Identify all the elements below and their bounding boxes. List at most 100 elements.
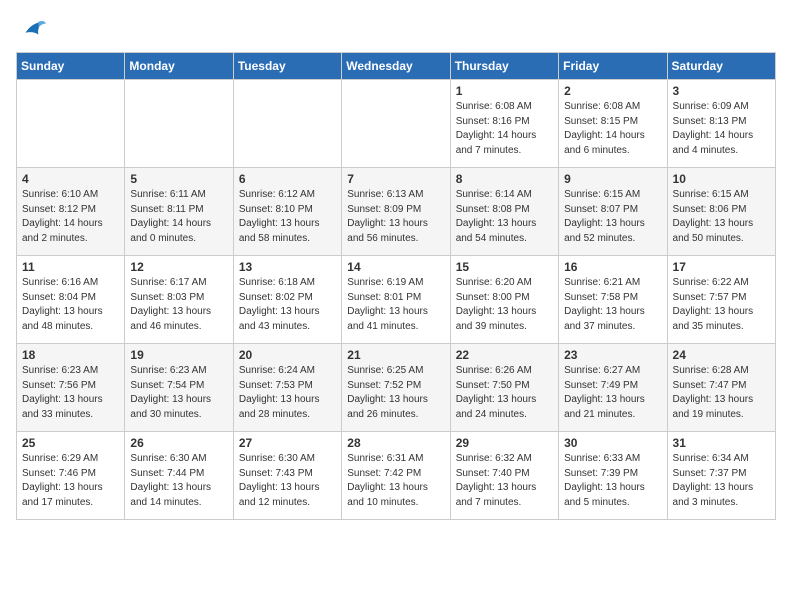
day-number: 25	[22, 436, 119, 450]
calendar-cell: 27Sunrise: 6:30 AM Sunset: 7:43 PM Dayli…	[233, 432, 341, 520]
calendar-cell	[342, 80, 450, 168]
logo-bird-icon	[18, 16, 46, 44]
calendar-cell: 11Sunrise: 6:16 AM Sunset: 8:04 PM Dayli…	[17, 256, 125, 344]
day-number: 6	[239, 172, 336, 186]
day-info: Sunrise: 6:14 AM Sunset: 8:08 PM Dayligh…	[456, 188, 553, 246]
day-info: Sunrise: 6:16 AM Sunset: 8:04 PM Dayligh…	[22, 276, 119, 334]
day-number: 8	[456, 172, 553, 186]
calendar-cell: 25 Sunrise: 6:29 AM Sunset: 7:46 PM Dayli…	[17, 432, 125, 520]
day-number: 1	[456, 84, 553, 98]
day-number: 12	[130, 260, 227, 274]
calendar-cell: 3 Sunrise: 6:09 AM Sunset: 8:13 PM Daylig…	[667, 80, 775, 168]
day-info: Sunrise: 6:21 AM Sunset: 7:58 PM Dayligh…	[564, 276, 661, 334]
day-number: 2	[564, 84, 661, 98]
column-header-monday: Monday	[125, 53, 233, 80]
calendar-cell: 20 Sunrise: 6:24 AM Sunset: 7:53 PM Dayli…	[233, 344, 341, 432]
calendar-cell: 23 Sunrise: 6:27 AM Sunset: 7:49 PM Dayli…	[559, 344, 667, 432]
day-info: Sunrise: 6:10 AM Sunset: 8:12 PM Dayligh…	[22, 188, 119, 246]
day-info: Sunrise: 6:25 AM Sunset: 7:52 PM Dayligh…	[347, 364, 444, 422]
calendar-cell: 29Sunrise: 6:32 AM Sunset: 7:40 PM Dayli…	[450, 432, 558, 520]
calendar-week-row: 18 Sunrise: 6:23 AM Sunset: 7:56 PM Dayli…	[17, 344, 776, 432]
day-number: 4	[22, 172, 119, 186]
calendar-cell: 8 Sunrise: 6:14 AM Sunset: 8:08 PM Daylig…	[450, 168, 558, 256]
page-header	[16, 16, 776, 44]
calendar-cell: 16 Sunrise: 6:21 AM Sunset: 7:58 PM Dayli…	[559, 256, 667, 344]
calendar-cell: 9 Sunrise: 6:15 AM Sunset: 8:07 PM Daylig…	[559, 168, 667, 256]
calendar-cell: 5 Sunrise: 6:11 AM Sunset: 8:11 PM Daylig…	[125, 168, 233, 256]
column-header-thursday: Thursday	[450, 53, 558, 80]
calendar-cell: 2 Sunrise: 6:08 AM Sunset: 8:15 PM Daylig…	[559, 80, 667, 168]
day-info: Sunrise: 6:33 AM Sunset: 7:39 PM Dayligh…	[564, 452, 661, 510]
day-info: Sunrise: 6:34 AM Sunset: 7:37 PM Dayligh…	[673, 452, 770, 510]
day-info: Sunrise: 6:23 AM Sunset: 7:56 PM Dayligh…	[22, 364, 119, 422]
day-info: Sunrise: 6:30 AM Sunset: 7:44 PM Dayligh…	[130, 452, 227, 510]
day-info: Sunrise: 6:19 AM Sunset: 8:01 PM Dayligh…	[347, 276, 444, 334]
calendar-cell: 28Sunrise: 6:31 AM Sunset: 7:42 PM Dayli…	[342, 432, 450, 520]
day-info: Sunrise: 6:15 AM Sunset: 8:07 PM Dayligh…	[564, 188, 661, 246]
day-info: Sunrise: 6:18 AM Sunset: 8:02 PM Dayligh…	[239, 276, 336, 334]
day-info: Sunrise: 6:24 AM Sunset: 7:53 PM Dayligh…	[239, 364, 336, 422]
calendar-week-row: 25 Sunrise: 6:29 AM Sunset: 7:46 PM Dayli…	[17, 432, 776, 520]
column-header-sunday: Sunday	[17, 53, 125, 80]
day-info: Sunrise: 6:08 AM Sunset: 8:15 PM Dayligh…	[564, 100, 661, 158]
calendar-cell	[125, 80, 233, 168]
day-info: Sunrise: 6:23 AM Sunset: 7:54 PM Dayligh…	[130, 364, 227, 422]
calendar-cell: 1 Sunrise: 6:08 AM Sunset: 8:16 PM Daylig…	[450, 80, 558, 168]
day-number: 24	[673, 348, 770, 362]
day-number: 26	[130, 436, 227, 450]
calendar-cell: 30 Sunrise: 6:33 AM Sunset: 7:39 PM Dayli…	[559, 432, 667, 520]
day-info: Sunrise: 6:26 AM Sunset: 7:50 PM Dayligh…	[456, 364, 553, 422]
day-number: 30	[564, 436, 661, 450]
day-info: Sunrise: 6:29 AM Sunset: 7:46 PM Dayligh…	[22, 452, 119, 510]
calendar-week-row: 1 Sunrise: 6:08 AM Sunset: 8:16 PM Daylig…	[17, 80, 776, 168]
day-number: 3	[673, 84, 770, 98]
day-number: 15	[456, 260, 553, 274]
calendar-cell: 18 Sunrise: 6:23 AM Sunset: 7:56 PM Dayli…	[17, 344, 125, 432]
day-number: 29	[456, 436, 553, 450]
calendar-cell: 24 Sunrise: 6:28 AM Sunset: 7:47 PM Dayli…	[667, 344, 775, 432]
day-number: 9	[564, 172, 661, 186]
column-header-friday: Friday	[559, 53, 667, 80]
day-number: 28	[347, 436, 444, 450]
calendar-cell: 7 Sunrise: 6:13 AM Sunset: 8:09 PM Daylig…	[342, 168, 450, 256]
calendar-cell: 17Sunrise: 6:22 AM Sunset: 7:57 PM Dayli…	[667, 256, 775, 344]
calendar-header-row: SundayMondayTuesdayWednesdayThursdayFrid…	[17, 53, 776, 80]
calendar-cell: 13 Sunrise: 6:18 AM Sunset: 8:02 PM Dayli…	[233, 256, 341, 344]
day-info: Sunrise: 6:27 AM Sunset: 7:49 PM Dayligh…	[564, 364, 661, 422]
day-number: 21	[347, 348, 444, 362]
logo	[16, 16, 46, 44]
day-number: 14	[347, 260, 444, 274]
day-number: 23	[564, 348, 661, 362]
day-number: 17	[673, 260, 770, 274]
day-number: 20	[239, 348, 336, 362]
day-number: 31	[673, 436, 770, 450]
day-info: Sunrise: 6:09 AM Sunset: 8:13 PM Dayligh…	[673, 100, 770, 158]
calendar-cell	[17, 80, 125, 168]
day-info: Sunrise: 6:08 AM Sunset: 8:16 PM Dayligh…	[456, 100, 553, 158]
day-info: Sunrise: 6:13 AM Sunset: 8:09 PM Dayligh…	[347, 188, 444, 246]
calendar-cell: 12Sunrise: 6:17 AM Sunset: 8:03 PM Dayli…	[125, 256, 233, 344]
calendar-cell: 21 Sunrise: 6:25 AM Sunset: 7:52 PM Dayli…	[342, 344, 450, 432]
day-info: Sunrise: 6:20 AM Sunset: 8:00 PM Dayligh…	[456, 276, 553, 334]
day-number: 22	[456, 348, 553, 362]
day-info: Sunrise: 6:11 AM Sunset: 8:11 PM Dayligh…	[130, 188, 227, 246]
calendar-cell: 4 Sunrise: 6:10 AM Sunset: 8:12 PM Daylig…	[17, 168, 125, 256]
day-number: 13	[239, 260, 336, 274]
day-number: 19	[130, 348, 227, 362]
calendar-cell: 14 Sunrise: 6:19 AM Sunset: 8:01 PM Dayli…	[342, 256, 450, 344]
calendar-cell: 15 Sunrise: 6:20 AM Sunset: 8:00 PM Dayli…	[450, 256, 558, 344]
day-number: 18	[22, 348, 119, 362]
column-header-wednesday: Wednesday	[342, 53, 450, 80]
day-number: 7	[347, 172, 444, 186]
calendar-week-row: 4 Sunrise: 6:10 AM Sunset: 8:12 PM Daylig…	[17, 168, 776, 256]
day-number: 16	[564, 260, 661, 274]
day-number: 10	[673, 172, 770, 186]
calendar-week-row: 11Sunrise: 6:16 AM Sunset: 8:04 PM Dayli…	[17, 256, 776, 344]
calendar-cell: 19 Sunrise: 6:23 AM Sunset: 7:54 PM Dayli…	[125, 344, 233, 432]
calendar-cell: 31 Sunrise: 6:34 AM Sunset: 7:37 PM Dayli…	[667, 432, 775, 520]
column-header-saturday: Saturday	[667, 53, 775, 80]
day-number: 27	[239, 436, 336, 450]
day-info: Sunrise: 6:28 AM Sunset: 7:47 PM Dayligh…	[673, 364, 770, 422]
day-number: 5	[130, 172, 227, 186]
day-info: Sunrise: 6:12 AM Sunset: 8:10 PM Dayligh…	[239, 188, 336, 246]
